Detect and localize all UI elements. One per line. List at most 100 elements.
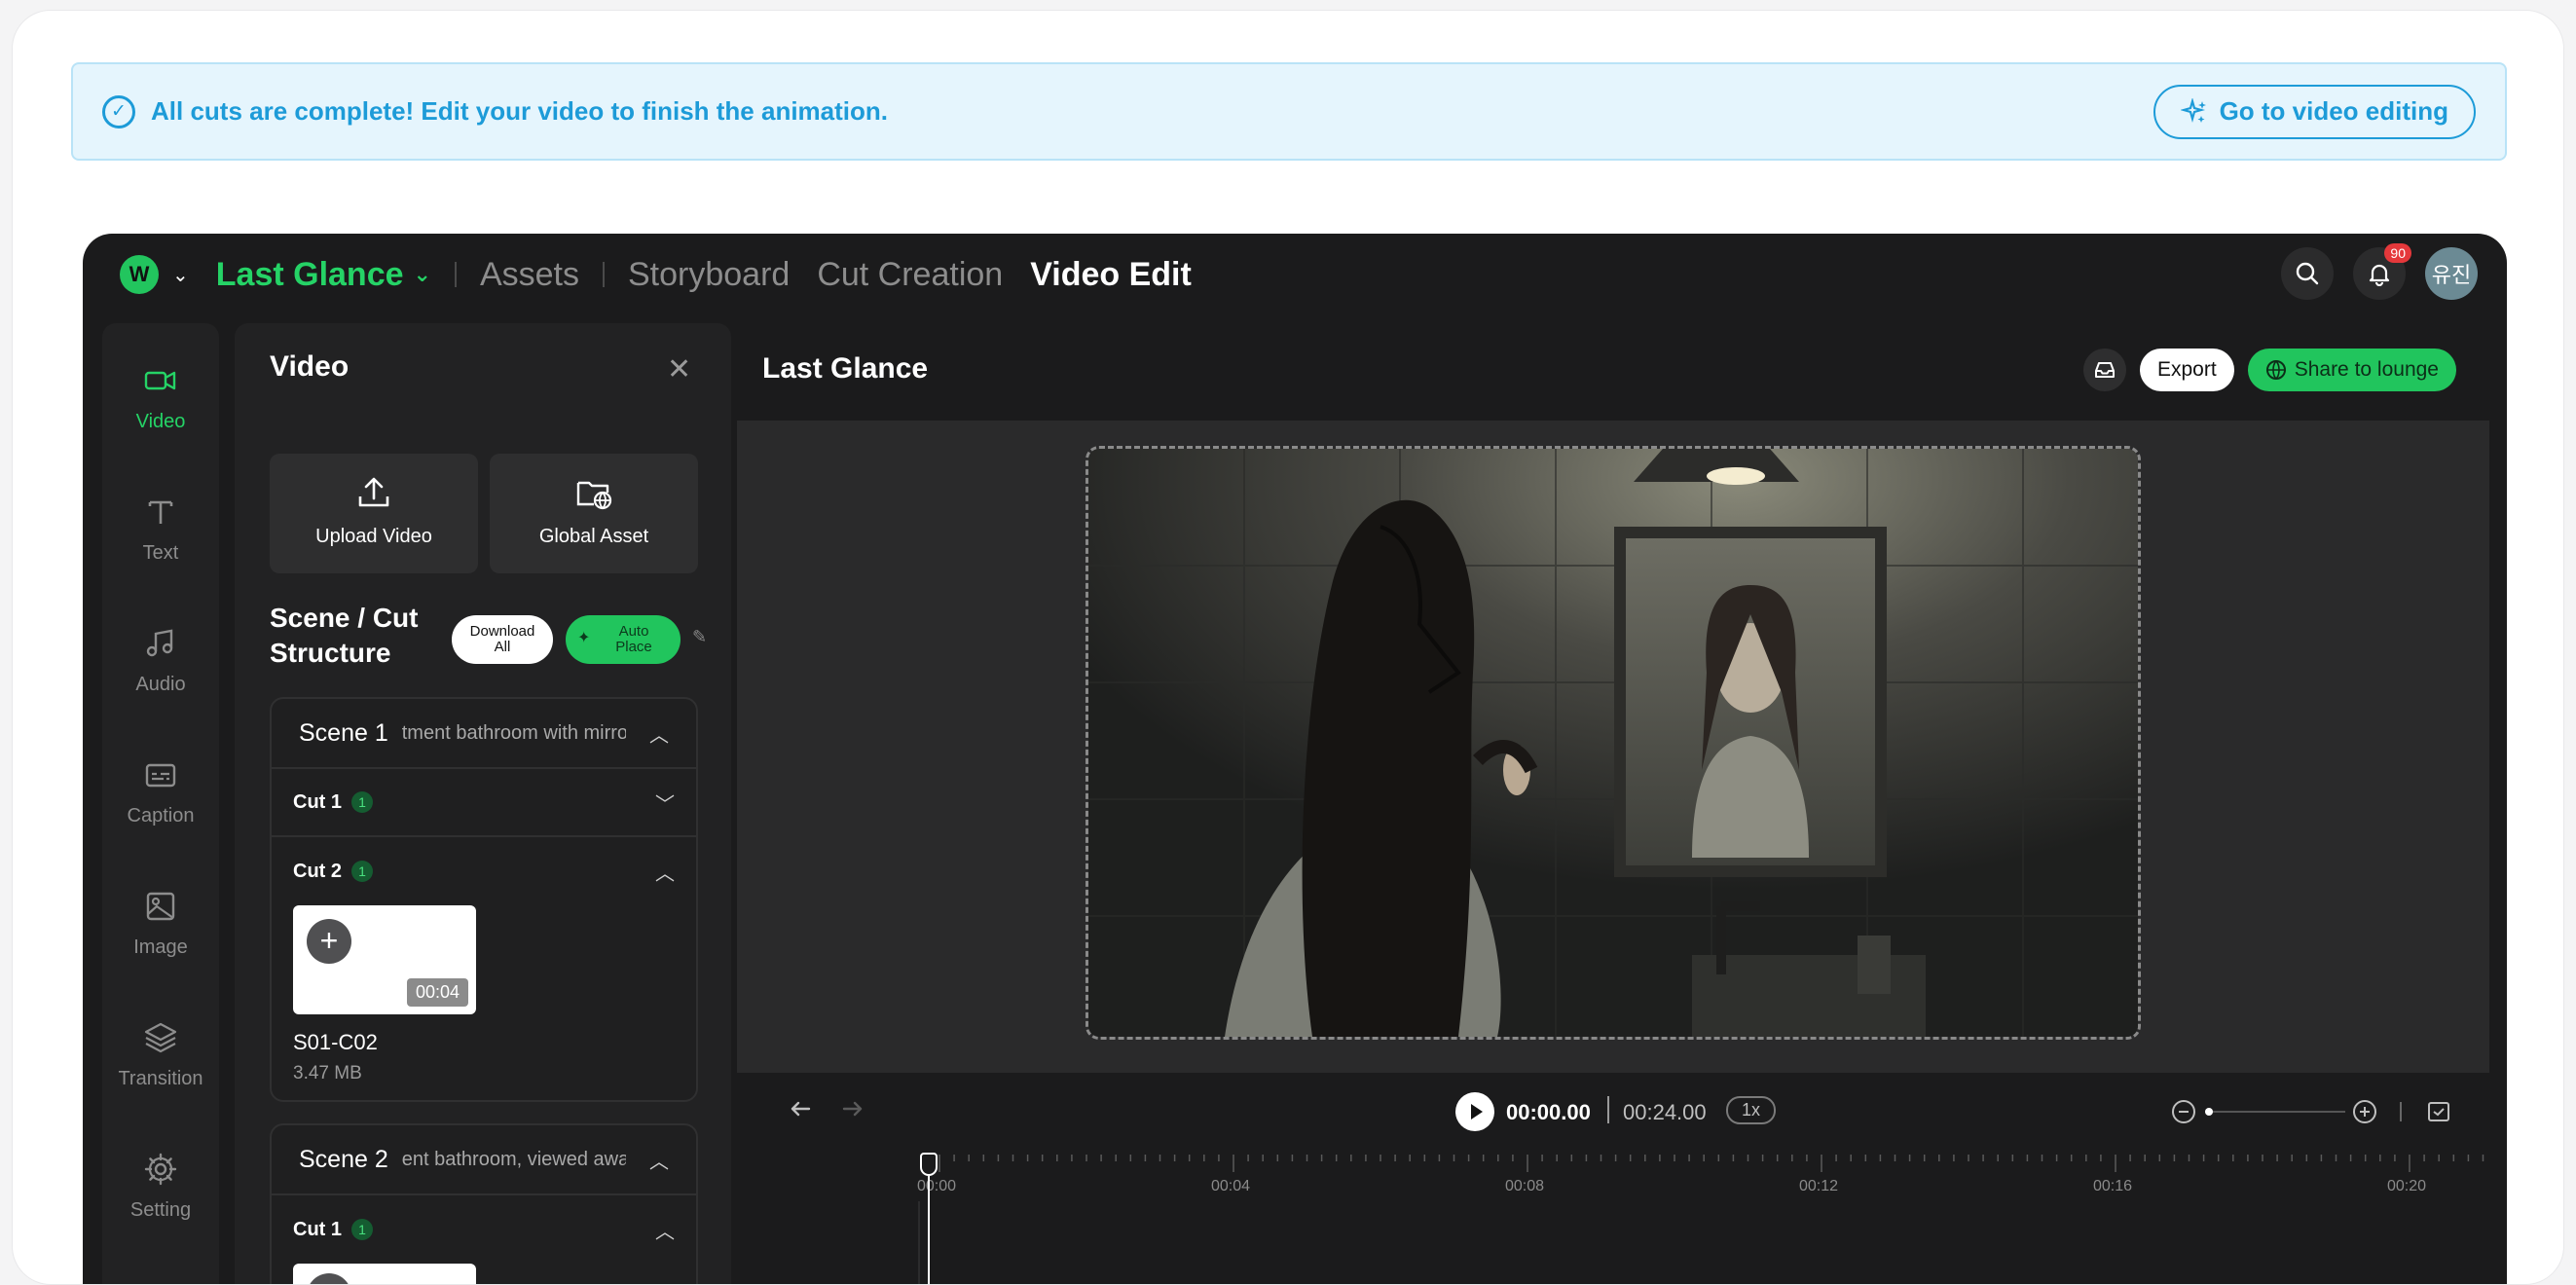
nav-video-edit[interactable]: Video Edit xyxy=(1030,256,1192,294)
divider xyxy=(603,262,605,287)
app-logo-icon[interactable]: W xyxy=(120,255,159,294)
pencil-icon[interactable]: ✎ xyxy=(692,627,707,647)
notifications-button[interactable]: 90 xyxy=(2353,243,2411,300)
editor-actions: Export Share to lounge xyxy=(2083,349,2456,391)
rail-item-caption[interactable]: Caption xyxy=(102,756,219,827)
top-navigation-bar: W ⌄ Last Glance ⌄ Assets Storyboard Cut … xyxy=(83,234,2507,315)
rail-label: Image xyxy=(133,936,188,958)
nav-assets[interactable]: Assets xyxy=(480,256,579,294)
global-asset-button[interactable]: Global Asset xyxy=(490,454,698,573)
sparkle-icon: ✦ xyxy=(577,630,591,646)
scene-header[interactable]: Scene 1 tment bathroom with mirro ︿ xyxy=(272,699,696,769)
timeline-tick-label: 00:20 xyxy=(2387,1178,2427,1194)
page-frame: ✓ All cuts are complete! Edit your video… xyxy=(12,10,2564,1285)
zoom-slider[interactable] xyxy=(2205,1108,2345,1116)
video-preview[interactable] xyxy=(1086,446,2141,1040)
chevron-up-icon[interactable]: ︿ xyxy=(649,719,669,748)
video-preview-image xyxy=(1088,449,2138,1037)
user-avatar[interactable]: 유진 xyxy=(2425,247,2478,300)
timeline-tick-label: 00:08 xyxy=(1505,1178,1545,1194)
rail-item-text[interactable]: Text xyxy=(102,494,219,565)
cut-label: Cut 1 xyxy=(293,790,342,813)
playback-speed[interactable]: 1x xyxy=(1726,1096,1777,1124)
clip-duration: 00:04 xyxy=(406,978,468,1007)
editor-title: Last Glance xyxy=(762,352,929,385)
caption-icon xyxy=(145,763,176,788)
undo-icon[interactable] xyxy=(786,1094,815,1128)
upload-icon xyxy=(358,477,389,507)
chevron-up-icon[interactable]: ︿ xyxy=(655,1216,675,1244)
clip-thumbnail[interactable] xyxy=(293,1264,476,1284)
auto-place-button[interactable]: ✦ Auto Place xyxy=(566,615,681,664)
plus-icon[interactable] xyxy=(307,1273,351,1284)
total-time: 00:24.00 xyxy=(1623,1100,1707,1124)
structure-title: Scene / Cut Structure xyxy=(270,603,419,668)
globe-icon xyxy=(2265,360,2286,381)
search-button[interactable] xyxy=(2281,247,2334,300)
cut-count-badge: 1 xyxy=(351,861,373,882)
rail-item-video[interactable]: Video xyxy=(102,362,219,433)
check-circle-icon: ✓ xyxy=(102,94,135,128)
plus-icon[interactable]: + xyxy=(307,919,351,964)
play-icon xyxy=(1471,1104,1483,1120)
top-right-actions: 90 유진 xyxy=(2281,243,2478,300)
redo-icon[interactable] xyxy=(838,1094,867,1128)
close-icon[interactable]: ✕ xyxy=(667,352,691,386)
cut-row[interactable]: Cut 1 1 ︿ xyxy=(272,1195,696,1264)
zoom-out-icon[interactable] xyxy=(2170,1098,2197,1130)
rail-label: Audio xyxy=(135,674,186,695)
timeline[interactable]: 00:00 00:04 00:08 00:12 00:16 00:20 xyxy=(737,1153,2489,1284)
project-selector[interactable]: Last Glance ⌄ xyxy=(216,256,431,294)
go-to-video-editing-button[interactable]: Go to video editing xyxy=(2153,84,2476,139)
cut-count-badge: 1 xyxy=(351,1219,373,1240)
scene-card: Scene 1 tment bathroom with mirro ︿ Cut … xyxy=(270,697,698,1102)
chevron-down-icon: ⌄ xyxy=(413,262,431,286)
cut-row[interactable]: Cut 2 1 ︿ xyxy=(272,837,696,905)
upload-video-label: Upload Video xyxy=(315,526,432,547)
rail-label: Caption xyxy=(127,805,195,826)
zoom-slider-handle[interactable] xyxy=(2205,1108,2213,1116)
chevron-down-icon[interactable]: ⌄ xyxy=(172,263,189,287)
video-panel: Video ✕ Upload Video Global Asset Scene … xyxy=(235,323,731,1284)
scene-description: ent bathroom, viewed awa xyxy=(401,1148,626,1170)
inbox-button[interactable] xyxy=(2083,349,2126,391)
timeline-tick-label: 00:04 xyxy=(1211,1178,1251,1194)
cut-row[interactable]: Cut 1 1 ﹀ xyxy=(272,769,696,837)
rail-item-audio[interactable]: Audio xyxy=(102,625,219,696)
gear-icon xyxy=(144,1153,177,1186)
tool-rail: Video Text Audio Caption Image Transitio… xyxy=(102,323,219,1284)
search-icon xyxy=(2296,262,2319,285)
text-icon xyxy=(148,500,173,524)
notification-count-badge: 90 xyxy=(2384,243,2411,263)
rail-label: Video xyxy=(135,411,186,432)
playhead-handle[interactable] xyxy=(920,1153,938,1176)
track-area xyxy=(918,1201,2489,1284)
upload-video-button[interactable]: Upload Video xyxy=(270,454,478,573)
nav-cut-creation[interactable]: Cut Creation xyxy=(817,256,1003,294)
share-to-lounge-button[interactable]: Share to lounge xyxy=(2247,349,2456,391)
fit-timeline-icon[interactable] xyxy=(2425,1098,2452,1130)
zoom-in-icon[interactable] xyxy=(2351,1098,2378,1130)
clip-thumbnail[interactable]: + 00:04 xyxy=(293,905,476,1014)
scene-header[interactable]: Scene 2 ent bathroom, viewed awa ︿ xyxy=(272,1125,696,1195)
scene-name: Scene 2 xyxy=(299,1145,388,1173)
chevron-up-icon[interactable]: ︿ xyxy=(655,858,675,886)
chevron-down-icon[interactable]: ﹀ xyxy=(655,789,675,817)
clip-name: S01-C02 xyxy=(293,1030,378,1054)
rail-label: Text xyxy=(142,542,179,564)
cut-count-badge: 1 xyxy=(351,791,373,813)
time-separator xyxy=(1607,1096,1609,1123)
go-to-video-editing-label: Go to video editing xyxy=(2219,96,2448,126)
timeline-tick-label: 00:16 xyxy=(2093,1178,2133,1194)
rail-item-transition[interactable]: Transition xyxy=(102,1019,219,1090)
nav-storyboard[interactable]: Storyboard xyxy=(628,256,790,294)
rail-item-image[interactable]: Image xyxy=(102,888,219,959)
rail-item-setting[interactable]: Setting xyxy=(102,1151,219,1222)
chevron-up-icon[interactable]: ︿ xyxy=(649,1146,669,1174)
video-editor: Last Glance Export Share to lounge 00:00… xyxy=(737,323,2489,1284)
download-all-button[interactable]: Download All xyxy=(452,615,553,664)
export-button[interactable]: Export xyxy=(2140,349,2234,391)
clip-size: 3.47 MB xyxy=(293,1063,362,1083)
music-note-icon xyxy=(146,629,173,657)
play-button[interactable] xyxy=(1455,1092,1494,1131)
